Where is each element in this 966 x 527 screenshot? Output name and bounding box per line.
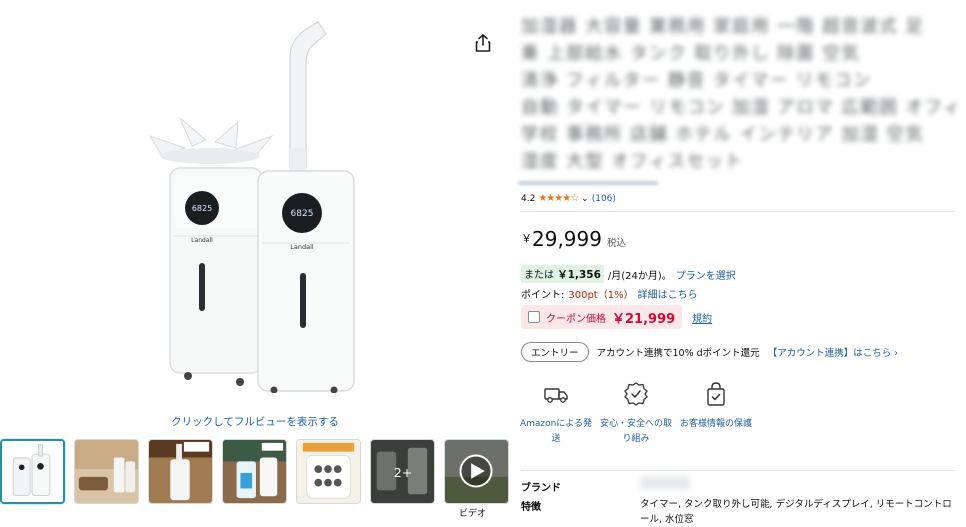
- price-symbol: ￥: [521, 232, 532, 245]
- thumb-more[interactable]: 2+: [370, 439, 435, 504]
- chevron-down-icon: ⌄: [581, 193, 589, 204]
- feature-privacy[interactable]: お客様情報の保護: [678, 380, 754, 447]
- points-label: ポイント:: [521, 290, 565, 301]
- entry-button[interactable]: エントリー: [521, 342, 589, 362]
- title-line: 清浄 フィルター 静音 タイマー リモコン: [521, 71, 872, 91]
- spec-value-features: タイマー, タンク取り外し可能, デジタルディスプレイ, リモートコントロール,…: [640, 499, 952, 525]
- feature-label: お客様情報の保護: [679, 419, 752, 429]
- left-brand-mark: Landall: [191, 237, 213, 244]
- rating-value: 4.2: [521, 193, 536, 204]
- thumb-control-panel[interactable]: [296, 439, 361, 504]
- coupon-box[interactable]: クーポン価格 ￥21,999: [521, 305, 683, 329]
- shield-check-icon: [624, 382, 648, 406]
- title-line: 自動 タイマー リモコン 加湿 アロマ 広範囲 オフィス: [521, 98, 956, 118]
- title-line: 加湿器 大容量 業務用 家庭用 一階 超音波式 足: [521, 17, 925, 37]
- rating-row[interactable]: 4.2 ★★★★☆ ⌄ (106): [521, 193, 616, 204]
- select-plan-link[interactable]: プランを選択: [676, 267, 736, 282]
- coupon-row: クーポン価格 ￥21,999 規約: [521, 305, 712, 329]
- coupon-label: クーポン価格: [546, 313, 606, 325]
- left-display-reading: 6825: [192, 204, 212, 213]
- store-link-blurred[interactable]: [518, 181, 658, 185]
- video-label: ビデオ: [458, 509, 486, 519]
- thumb-living-room[interactable]: [74, 439, 139, 504]
- rating-count[interactable]: (106): [592, 194, 616, 204]
- right-brand-mark: Landall: [290, 243, 314, 251]
- tax-label: 税込: [606, 238, 626, 249]
- entry-row: エントリー アカウント連携で10% dポイント還元 【アカウント連携】はこちら …: [521, 342, 898, 362]
- thumbnail-strip: 2+: [0, 439, 509, 504]
- entry-text: アカウント連携で10% dポイント還元: [596, 348, 760, 359]
- right-display-reading: 6825: [291, 209, 314, 219]
- feature-amazon-shipping[interactable]: Amazonによる発送: [518, 380, 594, 447]
- divider: [521, 211, 955, 212]
- installment-prefix: または: [524, 270, 554, 281]
- feature-safety[interactable]: 安心・安全への取り組み: [598, 380, 674, 447]
- title-line: 乗 上部給水 タンク 取り外し 除菌 空気: [521, 44, 861, 64]
- feature-icons: Amazonによる発送 安心・安全への取り組み お客様情報の保護: [518, 380, 754, 447]
- thumb-video[interactable]: [444, 439, 509, 504]
- points-row: ポイント: 300pt（1%） 詳細はこちら: [521, 286, 698, 301]
- points-detail-link[interactable]: 詳細はこちら: [638, 286, 698, 301]
- title-line: 学校 事務所 店舗 ホテル インテリア 加湿 空気: [521, 125, 925, 145]
- installment-row: または ￥1,356 /月(24か月)。 プランを選択: [521, 265, 736, 283]
- coupon-price: ￥21,999: [612, 311, 676, 327]
- shopping-bag-icon: [707, 382, 725, 406]
- spec-key-features: 特徴: [521, 502, 541, 513]
- thumb-commercial[interactable]: [148, 439, 213, 504]
- spec-key-brand: ブランド: [521, 483, 561, 494]
- thumb-large-tank[interactable]: [222, 439, 287, 504]
- account-link[interactable]: 【アカウント連携】はこちら ›: [768, 345, 898, 359]
- share-icon[interactable]: [474, 33, 492, 53]
- coupon-checkbox[interactable]: [528, 311, 540, 323]
- divider: [521, 470, 955, 471]
- coupon-terms-link[interactable]: 規約: [692, 310, 712, 325]
- installment-suffix: /月(24か月)。: [607, 270, 672, 282]
- brand-value-blurred[interactable]: [640, 476, 690, 490]
- truck-icon: [544, 388, 568, 403]
- star-icon: ★★★★☆: [538, 193, 579, 204]
- product-title: 加湿器 大容量 業務用 家庭用 一階 超音波式 足 乗 上部給水 タンク 取り外…: [521, 14, 956, 176]
- points-value: 300pt（1%）: [568, 290, 634, 301]
- installment-badge: または ￥1,356: [521, 265, 604, 283]
- full-view-link[interactable]: クリックしてフルビューを表示する: [0, 414, 510, 429]
- feature-label: 安心・安全への取り組み: [599, 419, 672, 444]
- price: ￥ 29,999 税込: [521, 227, 626, 251]
- more-images-badge: 2+: [394, 465, 413, 480]
- title-line: 湿度 大型 オフィスセット: [521, 152, 744, 172]
- price-amount: 29,999: [532, 227, 602, 251]
- product-main-image[interactable]: 6825 Landall 6825 Landall: [140, 18, 380, 393]
- thumb-main[interactable]: [0, 439, 65, 504]
- installment-amount: ￥1,356: [557, 269, 601, 281]
- feature-label: Amazonによる発送: [519, 419, 593, 444]
